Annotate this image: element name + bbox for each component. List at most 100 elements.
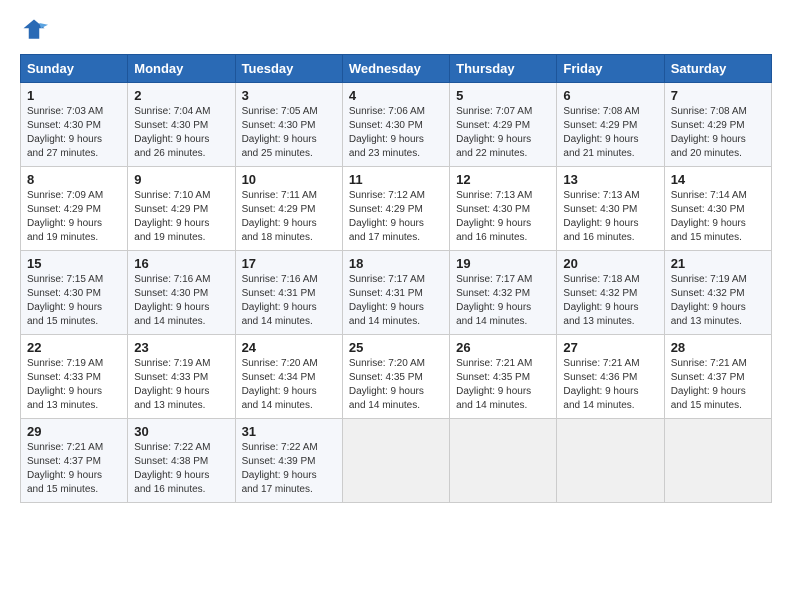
calendar-cell: 8 Sunrise: 7:09 AMSunset: 4:29 PMDaylight… (21, 167, 128, 251)
calendar-cell: 9Sunrise: 7:10 AMSunset: 4:29 PMDaylight… (128, 167, 235, 251)
day-number: 5 (456, 88, 550, 103)
calendar-cell: 2 Sunrise: 7:04 AMSunset: 4:30 PMDaylight… (128, 83, 235, 167)
day-number: 7 (671, 88, 765, 103)
day-info: Sunrise: 7:20 AMSunset: 4:35 PMDaylight:… (349, 357, 443, 413)
day-info: Sunrise: 7:05 AMSunset: 4:30 PMDaylight:… (242, 105, 336, 161)
calendar-cell: 5Sunrise: 7:07 AMSunset: 4:29 PMDaylight… (450, 83, 557, 167)
day-number: 12 (456, 172, 550, 187)
day-info: Sunrise: 7:17 AMSunset: 4:32 PMDaylight:… (456, 273, 550, 329)
calendar-cell: 22Sunrise: 7:19 AMSunset: 4:33 PMDayligh… (21, 335, 128, 419)
calendar-cell: 24 Sunrise: 7:20 AMSunset: 4:34 PMDayligh… (235, 335, 342, 419)
calendar-table: SundayMondayTuesdayWednesdayThursdayFrid… (20, 54, 772, 503)
day-info: Sunrise: 7:21 AMSunset: 4:37 PMDaylight:… (671, 357, 765, 413)
day-number: 1 (27, 88, 121, 103)
calendar-cell: 27Sunrise: 7:21 AMSunset: 4:36 PMDayligh… (557, 335, 664, 419)
day-number: 19 (456, 256, 550, 271)
calendar-cell: 6 Sunrise: 7:08 AMSunset: 4:29 PMDaylight… (557, 83, 664, 167)
calendar-cell: 28Sunrise: 7:21 AMSunset: 4:37 PMDayligh… (664, 335, 771, 419)
calendar-cell: 23 Sunrise: 7:19 AMSunset: 4:33 PMDayligh… (128, 335, 235, 419)
day-number: 11 (349, 172, 443, 187)
day-number: 14 (671, 172, 765, 187)
calendar-cell: 12 Sunrise: 7:13 AMSunset: 4:30 PMDayligh… (450, 167, 557, 251)
day-number: 2 (134, 88, 228, 103)
day-number: 30 (134, 424, 228, 439)
day-info: Sunrise: 7:11 AMSunset: 4:29 PMDaylight:… (242, 189, 336, 245)
calendar-week-row: 8 Sunrise: 7:09 AMSunset: 4:29 PMDaylight… (21, 167, 772, 251)
weekday-header: Monday (128, 55, 235, 83)
calendar-cell (557, 419, 664, 503)
day-number: 24 (242, 340, 336, 355)
day-number: 21 (671, 256, 765, 271)
day-info: Sunrise: 7:22 AMSunset: 4:39 PMDaylight:… (242, 441, 336, 497)
day-info: Sunrise: 7:12 AMSunset: 4:29 PMDaylight:… (349, 189, 443, 245)
day-number: 31 (242, 424, 336, 439)
day-info: Sunrise: 7:17 AMSunset: 4:31 PMDaylight:… (349, 273, 443, 329)
calendar-cell: 26Sunrise: 7:21 AMSunset: 4:35 PMDayligh… (450, 335, 557, 419)
day-info: Sunrise: 7:14 AMSunset: 4:30 PMDaylight:… (671, 189, 765, 245)
calendar-week-row: 1 Sunrise: 7:03 AMSunset: 4:30 PMDaylight… (21, 83, 772, 167)
day-number: 13 (563, 172, 657, 187)
calendar-cell (342, 419, 449, 503)
calendar-cell: 13 Sunrise: 7:13 AMSunset: 4:30 PMDayligh… (557, 167, 664, 251)
page-header (20, 16, 772, 44)
calendar-cell: 11 Sunrise: 7:12 AMSunset: 4:29 PMDayligh… (342, 167, 449, 251)
day-info: Sunrise: 7:03 AMSunset: 4:30 PMDaylight:… (27, 105, 121, 161)
calendar-week-row: 22 Sunrise: 7:19 AMSunset: 4:33 PMDayligh… (21, 335, 772, 419)
day-number: 18 (349, 256, 443, 271)
day-number: 3 (242, 88, 336, 103)
day-number: 15 (27, 256, 121, 271)
day-info: Sunrise: 7:15 AMSunset: 4:30 PMDaylight:… (27, 273, 121, 329)
calendar-cell: 16 Sunrise: 7:16 AMSunset: 4:30 PMDayligh… (128, 251, 235, 335)
calendar-cell: 29 Sunrise: 7:21 AMSunset: 4:37 PMDayligh… (21, 419, 128, 503)
calendar-cell: 1 Sunrise: 7:03 AMSunset: 4:30 PMDaylight… (21, 83, 128, 167)
day-number: 22 (27, 340, 121, 355)
day-number: 8 (27, 172, 121, 187)
calendar-cell: 15 Sunrise: 7:15 AMSunset: 4:30 PMDayligh… (21, 251, 128, 335)
weekday-header: Sunday (21, 55, 128, 83)
day-number: 27 (563, 340, 657, 355)
day-number: 23 (134, 340, 228, 355)
day-info: Sunrise: 7:08 AMSunset: 4:29 PMDaylight:… (671, 105, 765, 161)
day-info: Sunrise: 7:19 AMSunset: 4:32 PMDaylight:… (671, 273, 765, 329)
day-number: 6 (563, 88, 657, 103)
calendar-cell: 3 Sunrise: 7:05 AMSunset: 4:30 PMDaylight… (235, 83, 342, 167)
day-info: Sunrise: 7:22 AMSunset: 4:38 PMDaylight:… (134, 441, 228, 497)
weekday-header: Wednesday (342, 55, 449, 83)
calendar-cell: 7 Sunrise: 7:08 AMSunset: 4:29 PMDaylight… (664, 83, 771, 167)
day-info: Sunrise: 7:21 AMSunset: 4:37 PMDaylight:… (27, 441, 121, 497)
day-number: 26 (456, 340, 550, 355)
day-info: Sunrise: 7:08 AMSunset: 4:29 PMDaylight:… (563, 105, 657, 161)
calendar-cell: 14 Sunrise: 7:14 AMSunset: 4:30 PMDayligh… (664, 167, 771, 251)
weekday-header: Friday (557, 55, 664, 83)
logo (20, 16, 52, 44)
day-info: Sunrise: 7:10 AMSunset: 4:29 PMDaylight:… (134, 189, 228, 245)
weekday-header: Saturday (664, 55, 771, 83)
calendar-cell: 21 Sunrise: 7:19 AMSunset: 4:32 PMDayligh… (664, 251, 771, 335)
calendar-header-row: SundayMondayTuesdayWednesdayThursdayFrid… (21, 55, 772, 83)
day-info: Sunrise: 7:16 AMSunset: 4:31 PMDaylight:… (242, 273, 336, 329)
calendar-cell (664, 419, 771, 503)
calendar-cell: 4 Sunrise: 7:06 AMSunset: 4:30 PMDaylight… (342, 83, 449, 167)
weekday-header: Thursday (450, 55, 557, 83)
day-number: 29 (27, 424, 121, 439)
day-info: Sunrise: 7:19 AMSunset: 4:33 PMDaylight:… (134, 357, 228, 413)
day-number: 25 (349, 340, 443, 355)
calendar-cell: 17Sunrise: 7:16 AMSunset: 4:31 PMDayligh… (235, 251, 342, 335)
day-info: Sunrise: 7:13 AMSunset: 4:30 PMDaylight:… (456, 189, 550, 245)
day-info: Sunrise: 7:18 AMSunset: 4:32 PMDaylight:… (563, 273, 657, 329)
day-number: 16 (134, 256, 228, 271)
logo-icon (20, 16, 48, 44)
day-info: Sunrise: 7:09 AMSunset: 4:29 PMDaylight:… (27, 189, 121, 245)
day-number: 4 (349, 88, 443, 103)
calendar-cell: 30 Sunrise: 7:22 AMSunset: 4:38 PMDayligh… (128, 419, 235, 503)
day-info: Sunrise: 7:04 AMSunset: 4:30 PMDaylight:… (134, 105, 228, 161)
calendar-cell: 18 Sunrise: 7:17 AMSunset: 4:31 PMDayligh… (342, 251, 449, 335)
day-info: Sunrise: 7:06 AMSunset: 4:30 PMDaylight:… (349, 105, 443, 161)
calendar-week-row: 29 Sunrise: 7:21 AMSunset: 4:37 PMDayligh… (21, 419, 772, 503)
day-info: Sunrise: 7:13 AMSunset: 4:30 PMDaylight:… (563, 189, 657, 245)
calendar-cell: 25 Sunrise: 7:20 AMSunset: 4:35 PMDayligh… (342, 335, 449, 419)
calendar-cell: 20Sunrise: 7:18 AMSunset: 4:32 PMDayligh… (557, 251, 664, 335)
day-info: Sunrise: 7:20 AMSunset: 4:34 PMDaylight:… (242, 357, 336, 413)
day-info: Sunrise: 7:16 AMSunset: 4:30 PMDaylight:… (134, 273, 228, 329)
day-number: 10 (242, 172, 336, 187)
